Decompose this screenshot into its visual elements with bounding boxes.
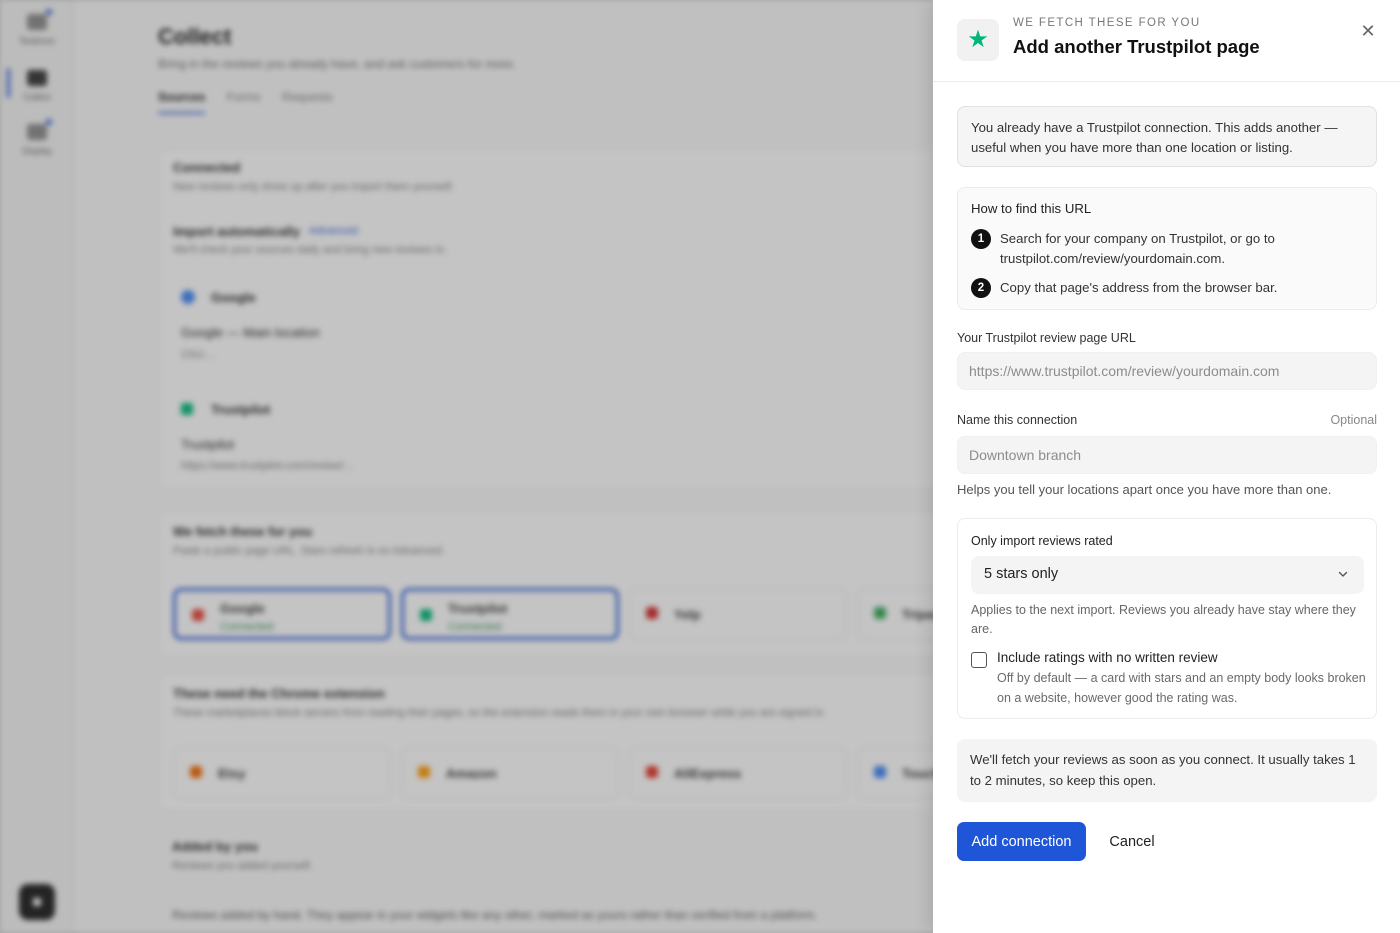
include-no-text-checkbox[interactable]: [971, 652, 987, 668]
howto-title: How to find this URL: [971, 201, 1092, 216]
connection-name-input[interactable]: [957, 436, 1377, 474]
add-connection-button[interactable]: Add connection: [957, 822, 1086, 861]
drawer-header: ★ WE FETCH THESE FOR YOU Add another Tru…: [933, 0, 1400, 82]
include-no-text-label[interactable]: Include ratings with no written review: [997, 650, 1218, 665]
close-icon[interactable]: ✕: [1357, 20, 1379, 42]
fetch-timing-note: We'll fetch your reviews as soon as you …: [957, 739, 1377, 802]
rating-filter-help: Applies to the next import. Reviews you …: [971, 603, 1356, 636]
optional-tag: Optional: [1330, 413, 1377, 427]
rating-filter-label: Only import reviews rated: [971, 534, 1113, 548]
url-field-label: Your Trustpilot review page URL: [957, 331, 1136, 345]
step-number: 1: [971, 229, 991, 249]
existing-connection-notice: You already have a Trustpilot connection…: [957, 106, 1377, 167]
rating-select-value: 5 stars only: [984, 566, 1059, 582]
step-number: 2: [971, 278, 991, 298]
rating-select[interactable]: 5 stars only: [971, 556, 1364, 594]
chevron-down-icon: [1338, 571, 1348, 577]
rating-filter-panel: Only import reviews rated 5 stars only A…: [957, 518, 1377, 719]
brand-badge: ★: [957, 19, 999, 61]
drawer-eyebrow: WE FETCH THESE FOR YOU: [1013, 17, 1201, 29]
name-field-label: Name this connection: [957, 413, 1078, 427]
step-text: Copy that page's address from the browse…: [1000, 280, 1278, 295]
trustpilot-star-icon: ★: [967, 26, 989, 53]
howto-panel: How to find this URL 1 Search for your c…: [957, 187, 1377, 310]
drawer-title: Add another Trustpilot page: [1013, 36, 1260, 57]
cancel-button[interactable]: Cancel: [1096, 822, 1168, 861]
add-trustpilot-drawer: ★ WE FETCH THESE FOR YOU Add another Tru…: [933, 0, 1400, 933]
name-field-helper: Helps you tell your locations apart once…: [957, 482, 1332, 497]
step-text: Search for your company on Trustpilot, o…: [1000, 231, 1275, 266]
trustpilot-url-input[interactable]: [957, 352, 1377, 390]
include-no-text-description: Off by default — a card with stars and a…: [997, 671, 1366, 705]
